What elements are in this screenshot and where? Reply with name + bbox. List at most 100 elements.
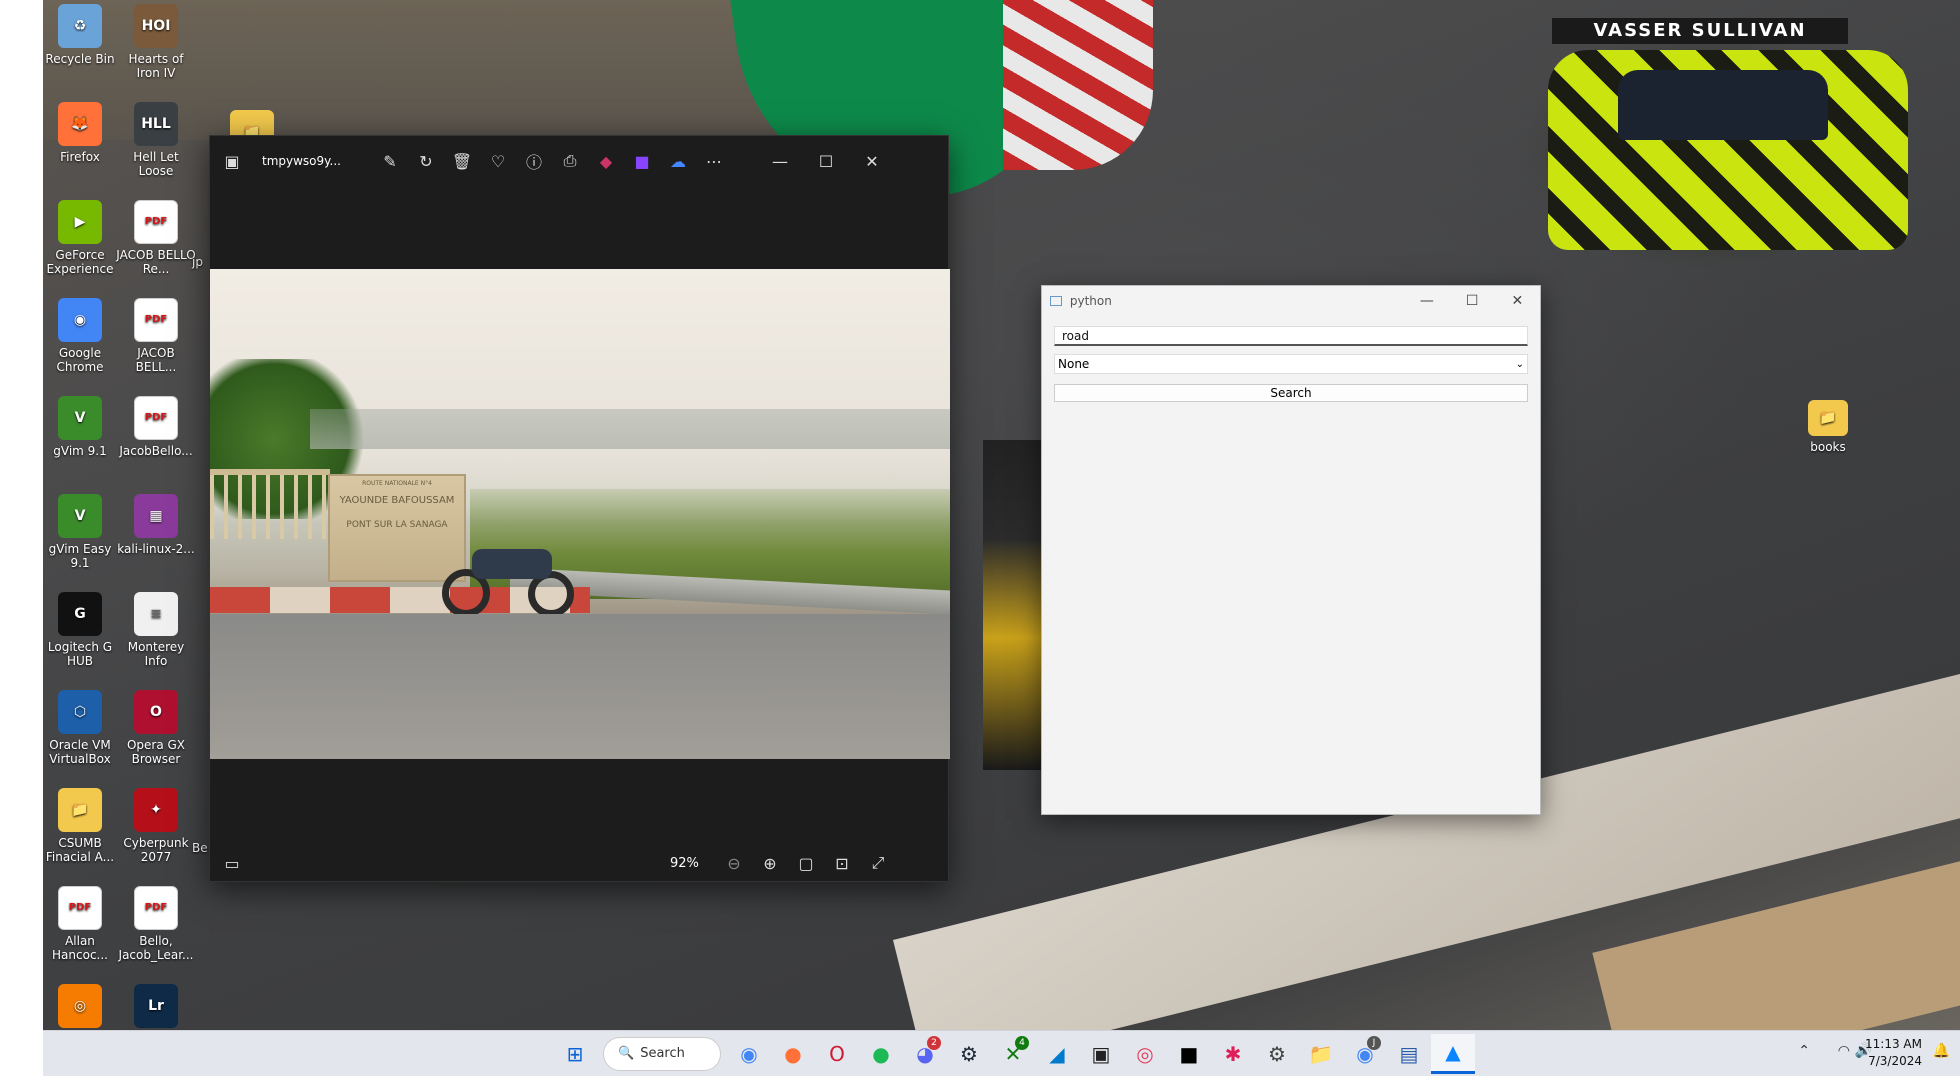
clock[interactable]: 11:13 AM 7/3/2024 [1865, 1036, 1922, 1070]
clipchamp-icon[interactable]: ■ [624, 143, 660, 179]
close-button[interactable]: ✕ [854, 143, 890, 179]
app-icon: HLL [134, 102, 178, 146]
desktop-icon-books[interactable]: 📁 books [1788, 400, 1868, 454]
desktop-icon-label: Hell Let Loose [133, 150, 179, 178]
app-icon: ▦ [134, 494, 178, 538]
desktop-icon-jacob-bello-re[interactable]: PDF JACOB BELLO Re... [116, 200, 196, 276]
filter-select[interactable]: None ⌄ [1054, 354, 1528, 374]
desktop-icon-jacobbello[interactable]: PDF JacobBello... [116, 396, 196, 458]
settings-taskbar-icon[interactable]: ⚙ [1255, 1034, 1299, 1074]
python-taskbar-icon[interactable]: ▤ [1387, 1034, 1431, 1074]
desktop-icon-logitech-g-hub[interactable]: G Logitech G HUB [40, 592, 120, 668]
desktop-icon-allan-hancoc[interactable]: PDF Allan Hancoc... [40, 886, 120, 962]
desktop-icon-hell-let-loose[interactable]: HLL Hell Let Loose [116, 102, 196, 178]
taskbar-search[interactable]: 🔍 Search [603, 1036, 721, 1071]
desktop-icon-gvim-9-1[interactable]: VgVim 9.1 [40, 396, 120, 458]
fullscreen-icon[interactable]: ⤢ [860, 845, 896, 881]
desktop-icon-gvim-easy-9-1[interactable]: VgVim Easy 9.1 [40, 494, 120, 570]
desktop-icon-opera-gx-browser[interactable]: O Opera GX Browser [116, 690, 196, 766]
gallery-icon[interactable]: ▣ [214, 143, 250, 179]
terminal-taskbar-icon[interactable]: ▣ [1079, 1034, 1123, 1074]
desktop-icon-cyberpunk-2077[interactable]: ✦ Cyberpunk 2077 [116, 788, 196, 864]
chrome-profile-badge: J [1367, 1035, 1381, 1050]
maximize-button[interactable]: ☐ [1450, 286, 1495, 316]
desktop-icon-csumb-finacial-a[interactable]: 📁 CSUMB Finacial A... [40, 788, 120, 864]
actual-size-icon[interactable]: ⊡ [824, 845, 860, 881]
desktop-icon-label: Monterey Info [127, 640, 185, 668]
file-explorer-taskbar-icon[interactable]: 📁 [1299, 1034, 1343, 1074]
fit-to-window-icon[interactable]: ▢ [788, 845, 824, 881]
discord-badge: 2 [927, 1035, 941, 1050]
desktop-icon-oracle-vm-virtualbox[interactable]: ⬡ Oracle VM VirtualBox [40, 690, 120, 766]
app-icon: V [58, 396, 102, 440]
desktop-icon-label: books [1810, 440, 1846, 454]
vscode-taskbar-icon[interactable]: ◢ [1035, 1034, 1079, 1074]
edit-icon[interactable]: ✎ [372, 143, 408, 179]
desktop-icon-recycle-bin[interactable]: ♻ Recycle Bin [40, 4, 120, 66]
desktop-icon-label: gVim Easy 9.1 [48, 542, 112, 570]
app-icon: 📁 [58, 788, 102, 832]
maximize-button[interactable]: ☐ [808, 143, 844, 179]
rotate-icon[interactable]: ↻ [408, 143, 444, 179]
chevron-down-icon: ⌄ [1515, 358, 1524, 370]
firefox-taskbar-icon[interactable]: ● [771, 1034, 815, 1074]
slack-taskbar-icon[interactable]: ✱ [1211, 1034, 1255, 1074]
print-icon[interactable]: ⎙ [552, 143, 588, 179]
minimize-button[interactable]: — [1404, 286, 1449, 316]
desktop-icon-bello-jacob-lear[interactable]: PDF Bello, Jacob_Lear... [116, 886, 196, 962]
zoom-out-icon[interactable]: ⊖ [716, 845, 752, 881]
desktop-icon-label: Recycle Bin [45, 52, 115, 66]
python-window[interactable]: python — ☐ ✕ road None ⌄ Search [1041, 285, 1541, 815]
desktop-icon-google-chrome[interactable]: ◉ Google Chrome [40, 298, 120, 374]
wallpaper-race-car: VASSER SULLIVAN [1538, 10, 1918, 260]
desktop-icon-firefox[interactable]: 🦊 Firefox [40, 102, 120, 164]
pdf-file-icon: PDF [134, 298, 178, 342]
desktop-icon-label: gVim 9.1 [53, 444, 107, 458]
filmstrip-icon[interactable]: ▭ [214, 845, 250, 881]
start-button[interactable]: ⊞ [553, 1034, 597, 1074]
photos-taskbar-icon[interactable]: ▲ [1431, 1033, 1475, 1074]
zoom-level: 92% [670, 855, 699, 871]
photo-canvas[interactable]: ROUTE NATIONALE N°4 YAOUNDE BAFOUSSAM PO… [210, 269, 950, 759]
more-options-icon[interactable]: ⋯ [696, 143, 732, 179]
spotify-taskbar-icon[interactable]: ● [859, 1034, 903, 1074]
wifi-icon[interactable]: ◠ [1838, 1043, 1850, 1059]
python-window-title: python [1069, 294, 1112, 308]
filter-select-value: None [1058, 357, 1090, 371]
photos-title-bar[interactable]: ▣ tmpywso9y... ✎ ↻ 🗑 ♡ ⓘ ⎙ ◆ ■ ☁ ⋯ — ☐ ✕ [210, 136, 950, 186]
desktop-icon-kali-linux-2[interactable]: ▦ kali-linux-2... [116, 494, 196, 556]
app-icon: O [134, 690, 178, 734]
onedrive-off-icon[interactable]: ☁ [660, 143, 696, 179]
close-button[interactable]: ✕ [1495, 286, 1540, 316]
notification-bell-icon[interactable]: 🔔 [1933, 1043, 1950, 1059]
desktop-icon-geforce-experience[interactable]: ▶ GeForce Experience [40, 200, 120, 276]
steam-taskbar-icon[interactable]: ⚙ [947, 1034, 991, 1074]
chrome-taskbar-icon[interactable]: ◉ [727, 1034, 771, 1074]
chrome-profile-taskbar-icon[interactable]: ◉ J [1343, 1034, 1387, 1074]
query-input[interactable]: road [1054, 326, 1528, 346]
xbox-badge: 4 [1015, 1035, 1029, 1050]
desktop-icon-monterey-info[interactable]: ≡ Monterey Info [116, 592, 196, 668]
photos-window[interactable]: ▣ tmpywso9y... ✎ ↻ 🗑 ♡ ⓘ ⎙ ◆ ■ ☁ ⋯ — ☐ ✕ [209, 135, 950, 882]
delete-icon[interactable]: 🗑 [444, 143, 480, 179]
search-button[interactable]: Search [1054, 384, 1528, 402]
opera-gx-taskbar-icon[interactable]: O [815, 1034, 859, 1074]
xbox-taskbar-icon[interactable]: ✕ 4 [991, 1034, 1035, 1074]
instagram-taskbar-icon[interactable]: ◎ [1123, 1034, 1167, 1074]
desktop-icon-jacob-bell[interactable]: PDF JACOB BELL... [116, 298, 196, 374]
minimize-button[interactable]: — [762, 143, 798, 179]
desktop-icon-app[interactable]: ◎ [40, 984, 120, 1032]
info-icon[interactable]: ⓘ [516, 143, 552, 179]
desktop-icon-label: Google Chrome [56, 346, 104, 374]
jetbrains-taskbar-icon[interactable]: ■ [1167, 1034, 1211, 1074]
app-icon: ⬡ [58, 690, 102, 734]
python-title-bar[interactable]: python — ☐ ✕ [1042, 286, 1540, 316]
desktop-icon-hearts-of-iron-iv[interactable]: HOI Hearts of Iron IV [116, 4, 196, 80]
zoom-in-icon[interactable]: ⊕ [752, 845, 788, 881]
copilot-icon[interactable]: ◆ [588, 143, 624, 179]
taskbar: ⊞ 🔍 Search ◉ ● O ● ◕ 2 ⚙ ✕ 4 ◢ ▣ ◎ ■ ✱ ⚙ 📁… [43, 1030, 1960, 1076]
desktop-icon-label: Opera GX Browser [126, 738, 186, 766]
discord-taskbar-icon[interactable]: ◕ 2 [903, 1034, 947, 1074]
chevron-up-icon[interactable]: ⌃ [1798, 1043, 1810, 1059]
favorite-icon[interactable]: ♡ [480, 143, 516, 179]
